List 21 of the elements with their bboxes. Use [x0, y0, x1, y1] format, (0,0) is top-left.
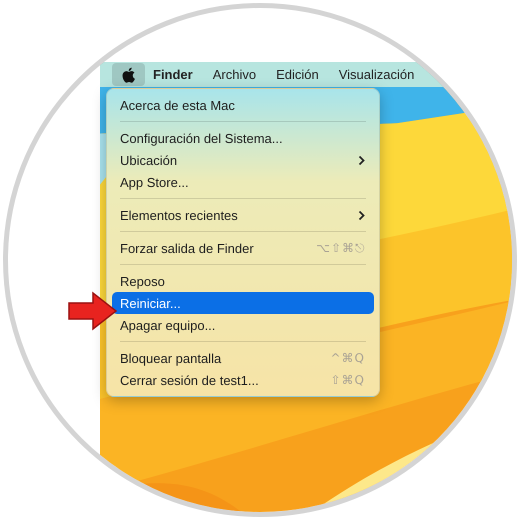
menu-title[interactable]: Visualización	[338, 67, 414, 82]
menu-item[interactable]: Reiniciar...	[112, 292, 374, 314]
menu-item[interactable]: Ubicación	[112, 149, 374, 171]
menu-item[interactable]: Forzar salida de Finder ⌥⇧⌘⎋	[112, 237, 374, 259]
menu-title[interactable]: Edición	[276, 67, 319, 82]
menu-item[interactable]: App Store...	[112, 171, 374, 193]
menu-item[interactable]: Elementos recientes	[112, 204, 374, 226]
menu-item[interactable]: Reposo	[112, 270, 374, 292]
menu-item[interactable]: Configuración del Sistema...	[112, 127, 374, 149]
menu-title[interactable]: Archivo	[212, 67, 256, 82]
apple-icon	[122, 66, 135, 82]
apple-menu-button[interactable]	[112, 63, 145, 86]
shortcut-label: ⇧⌘Q	[330, 373, 365, 387]
shortcut-label: ^⌘Q	[330, 351, 365, 365]
menu-item[interactable]: Cerrar sesión de test1... ⇧⌘Q	[112, 369, 374, 391]
shortcut-label: ⌥⇧⌘⎋	[316, 241, 365, 255]
arrow-icon	[68, 291, 118, 331]
menu-item[interactable]: Apagar equipo...	[112, 314, 374, 336]
menu-item[interactable]: Acerca de esta Mac	[112, 94, 374, 116]
app-menu[interactable]: Finder	[153, 67, 193, 82]
menu-item[interactable]: Bloquear pantalla ^⌘Q	[112, 347, 374, 369]
